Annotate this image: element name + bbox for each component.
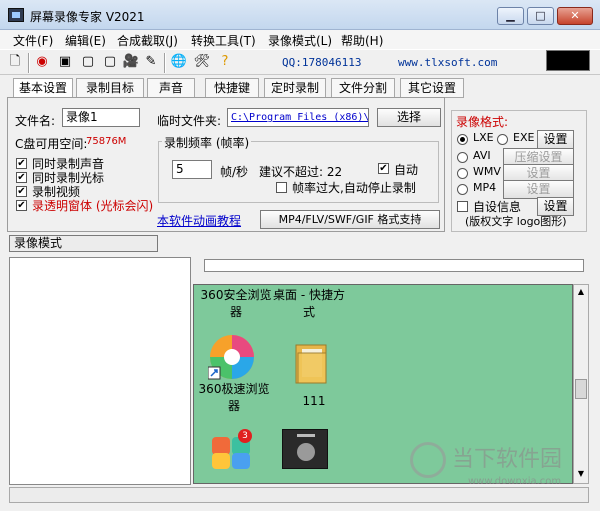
stop-icon[interactable]: ▢: [79, 53, 97, 71]
menu-compose[interactable]: 合成截取(J): [117, 32, 178, 49]
fps-input[interactable]: 5: [172, 160, 212, 179]
radio-lxe[interactable]: [457, 134, 468, 145]
tab-basic-settings[interactable]: 基本设置: [13, 78, 73, 98]
title-bar: 屏幕录像专家 V2021 ▁ □ ✕: [0, 0, 600, 30]
radio-mp4[interactable]: [457, 184, 468, 195]
menu-convert[interactable]: 转换工具(T): [191, 32, 256, 49]
radio-exe-label: EXE: [513, 131, 535, 144]
window-title: 屏幕录像专家 V2021: [30, 10, 145, 24]
radio-wmv[interactable]: [457, 168, 468, 179]
disk-space-value: 75876M: [86, 136, 127, 147]
record-icon[interactable]: ◉: [33, 53, 51, 71]
play-icon[interactable]: ▢: [101, 53, 119, 71]
desktop-item-label: 360极速浏览器: [198, 382, 270, 413]
radio-avi[interactable]: [457, 152, 468, 163]
tab-sound[interactable]: 声音: [147, 78, 195, 98]
radio-exe[interactable]: [497, 134, 508, 145]
scroll-thumb[interactable]: [575, 379, 587, 399]
format-support-button[interactable]: MP4/FLV/SWF/GIF 格式支持: [260, 210, 440, 229]
copyright-note: (版权文字 logo图形): [465, 215, 567, 228]
menu-edit[interactable]: 编辑(E): [65, 32, 106, 49]
fps-suggest-label: 建议不超过: 22: [259, 165, 343, 179]
qq-number: QQ:178046113: [282, 56, 362, 69]
maximize-button[interactable]: □: [527, 7, 554, 25]
check-custom-info[interactable]: [457, 201, 468, 212]
check-auto-stop[interactable]: [276, 182, 287, 193]
website-link[interactable]: www.tlxsoft.com: [398, 56, 497, 69]
timeline-bar[interactable]: [204, 259, 584, 272]
pause-icon[interactable]: ▣: [56, 53, 74, 71]
file-list-pane[interactable]: [9, 257, 191, 485]
radio-avi-label: AVI: [473, 149, 491, 162]
tab-other-settings[interactable]: 其它设置: [400, 78, 464, 98]
framerate-group-title: 录制频率 (帧率): [162, 134, 252, 151]
check-transparent-window[interactable]: ✔: [16, 200, 27, 211]
scroll-up-icon[interactable]: ▲: [575, 287, 587, 299]
format-panel-title: 录像格式:: [456, 115, 509, 129]
disk-space-label: C盘可用空间:: [15, 137, 88, 151]
radio-wmv-label: WMV: [473, 165, 501, 178]
menu-file[interactable]: 文件(F): [13, 32, 53, 49]
tutorial-link[interactable]: 本软件动画教程: [157, 212, 241, 229]
check-record-sound[interactable]: ✔: [16, 158, 27, 169]
radio-mp4-label: MP4: [473, 181, 497, 194]
tools-icon[interactable]: 🛠: [193, 53, 211, 71]
record-mode-tab[interactable]: 录像模式: [9, 235, 158, 252]
notification-badge: 3: [238, 429, 252, 443]
watermark-logo: 当下软件园: [410, 441, 562, 478]
scroll-down-icon[interactable]: ▼: [575, 469, 587, 481]
close-button[interactable]: ✕: [557, 7, 593, 25]
help-icon[interactable]: ?: [216, 53, 234, 71]
minimize-button[interactable]: ▁: [497, 7, 524, 25]
check-record-cursor[interactable]: ✔: [16, 172, 27, 183]
watermark-url: www.downxia.com: [468, 476, 562, 487]
watermark-text: 当下软件园: [452, 447, 563, 472]
check-auto-fps-label: 自动: [394, 163, 419, 177]
menu-bar: 文件(F) 编辑(E) 合成截取(J) 转换工具(T) 录像模式(L) 帮助(H…: [0, 30, 600, 49]
edit-pen-icon[interactable]: ✎: [142, 53, 160, 71]
tempdir-label: 临时文件夹:: [157, 114, 222, 128]
desktop-item-label: 111: [302, 394, 326, 408]
browser-360-speed-icon[interactable]: [207, 333, 256, 381]
globe-icon[interactable]: 🌐: [170, 53, 188, 71]
check-record-video[interactable]: ✔: [16, 186, 27, 197]
filename-input[interactable]: 录像1: [62, 108, 140, 127]
preview-vertical-scrollbar[interactable]: ▲ ▼: [573, 284, 589, 484]
app-icon: [8, 8, 24, 22]
tab-hotkeys[interactable]: 快捷键: [205, 78, 259, 98]
check-auto-fps[interactable]: ✔: [378, 163, 389, 174]
lxe-settings-button[interactable]: 设置: [537, 130, 574, 149]
tab-scheduled-record[interactable]: 定时录制: [264, 78, 326, 98]
filename-label: 文件名:: [15, 114, 56, 128]
desktop-item-label: 360安全浏览器: [200, 288, 272, 319]
select-folder-button[interactable]: 选择: [377, 108, 441, 127]
tab-file-split[interactable]: 文件分割: [331, 78, 395, 98]
desktop-item-label: 桌面 - 快捷方式: [273, 288, 345, 319]
image-thumbnail-icon[interactable]: [282, 429, 328, 469]
tempdir-input[interactable]: C:\Program Files (x86)\: [227, 108, 369, 127]
toolbar: 🗋 ◉ ▣ ▢ ▢ 🎥 ✎ 🌐 🛠 ? QQ:178046113 www.tlx…: [0, 49, 600, 75]
camera-icon[interactable]: 🎥: [122, 53, 140, 71]
check-auto-stop-label: 帧率过大,自动停止录制: [292, 181, 416, 195]
horizontal-scrollbar[interactable]: [9, 487, 589, 503]
folder-icon[interactable]: [294, 341, 330, 385]
menu-record-mode[interactable]: 录像模式(L): [268, 32, 332, 49]
tab-record-target[interactable]: 录制目标: [76, 78, 144, 98]
status-display: [546, 50, 590, 71]
menu-help[interactable]: 帮助(H): [341, 32, 383, 49]
check-transparent-window-label: 录透明窗体 (光标会闪): [32, 199, 154, 213]
radio-lxe-label: LXE: [473, 131, 494, 144]
new-file-icon[interactable]: 🗋: [6, 53, 24, 71]
fps-unit-label: 帧/秒: [220, 165, 249, 179]
